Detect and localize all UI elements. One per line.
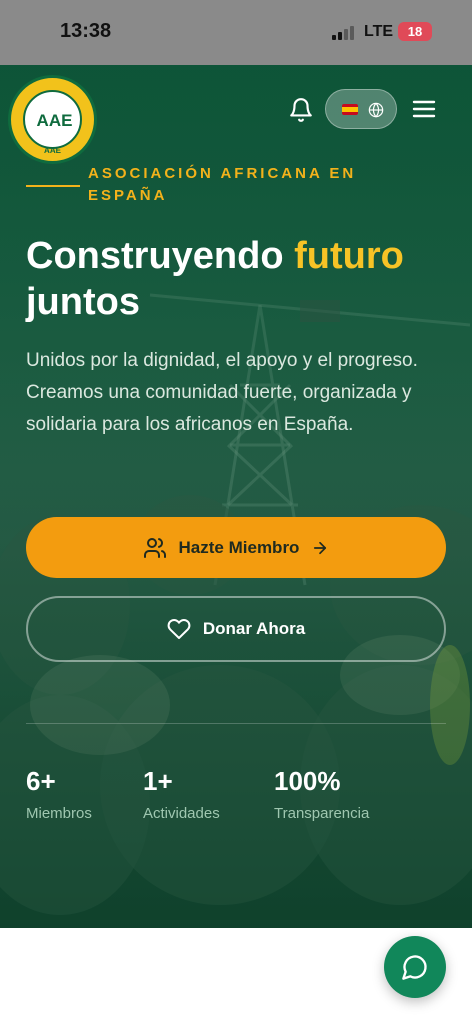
network-type: LTE [364,23,394,40]
language-selector[interactable] [325,89,397,129]
stat-activities: 1+ Actividades [143,765,220,822]
status-bar: 13:38 LTE 18 [0,0,472,65]
headline-part-1: Construyendo [26,235,284,277]
donate-button[interactable]: Donar Ahora [26,596,446,662]
battery-level: 18 [407,24,423,39]
hero-headline: Construyendo futuro juntos [26,233,456,325]
users-icon [143,537,166,558]
stats-divider [26,723,446,724]
stat-members: 6+ Miembros [26,765,92,822]
organization-tagline: ASOCIACIÓN AFRICANA EN ESPAÑA [88,165,357,204]
chat-button[interactable] [384,936,446,998]
arrow-right-icon [314,541,327,554]
become-member-label: Hazte Miembro [178,537,300,557]
hero-description: Unidos por la dignidad, el apoyo y el pr… [26,350,418,435]
status-time: 13:38 [60,20,112,42]
stat-value: 1+ [143,766,173,796]
become-member-button[interactable]: Hazte Miembro [26,517,446,578]
bell-icon[interactable] [288,97,314,123]
logo-emblem: AAE [23,90,82,149]
tag-accent-line [26,185,80,187]
logo-text: AAE [36,111,73,130]
stat-value: 6+ [26,766,56,796]
hero-section: AAE AAE ASOCIACIÓN AFRICANA EN ESPAÑA Co… [0,65,472,928]
donate-label: Donar Ahora [202,619,306,638]
heart-icon [167,619,191,639]
stat-label: Actividades [143,805,220,822]
battery-icon: 18 [398,22,432,41]
spain-flag-icon [342,104,358,115]
hamburger-menu-icon[interactable] [412,99,436,119]
chat-bubble-icon [402,955,427,980]
stat-label: Miembros [26,805,92,822]
headline-part-2: juntos [26,281,140,323]
organization-logo[interactable]: AAE AAE [8,75,97,164]
signal-icon [332,26,356,40]
stat-label: Transparencia [274,805,370,822]
headline-accent: futuro [294,235,404,277]
stat-value: 100% [274,766,341,796]
stat-transparency: 100% Transparencia [274,765,369,822]
globe-icon [368,102,384,118]
logo-subtext: AAE [44,146,61,155]
